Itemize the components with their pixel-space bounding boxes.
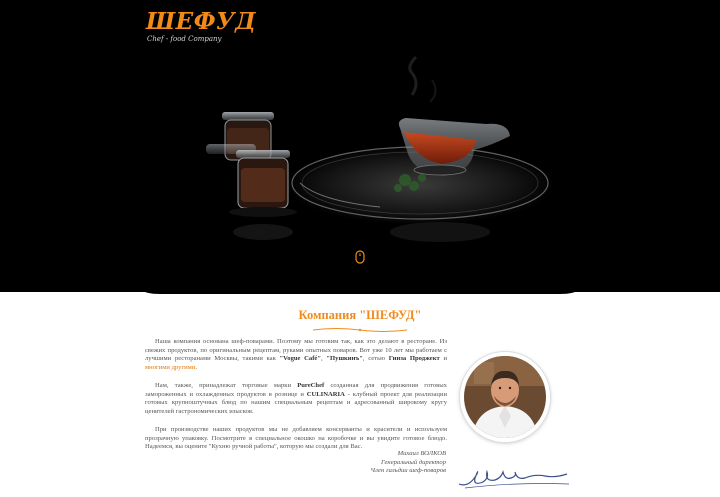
company-description: Наша компания основана шеф-поварами. Поэ… [145,338,447,462]
paragraph-production: При производстве наших продуктов мы не д… [145,426,447,450]
handwritten-signature [458,469,570,489]
mouse-scroll-icon[interactable] [355,250,365,264]
company-section: Компания "ШЕФУД" Наша компания основана … [0,292,720,497]
chef-logo[interactable]: ШЕФУД Chef - food Company [146,8,256,44]
paragraph-brands: Нам, также, принадлежат торговые марки P… [145,382,447,415]
section-heading: Компания "ШЕФУД" [298,308,422,322]
heading-ornament [312,328,408,332]
hero-banner: ШЕФУД Chef - food Company [0,0,720,292]
logo-text: ШЕФУД [146,8,257,35]
hero-food-photo [206,55,555,242]
director-position: Генеральный директор [380,458,446,466]
director-name: Михаил ВОЛКОВ [397,450,446,457]
director-signature-block: Михаил ВОЛКОВ Генеральный директор Член … [300,450,446,476]
director-photo [460,352,550,442]
logo-subtitle: Chef - food Company [147,35,222,43]
others-link[interactable]: многими другими [145,364,195,371]
paragraph-about: Наша компания основана шеф-поварами. Поэ… [145,338,447,371]
director-membership: Член гильдии шеф-поваров [370,467,446,475]
